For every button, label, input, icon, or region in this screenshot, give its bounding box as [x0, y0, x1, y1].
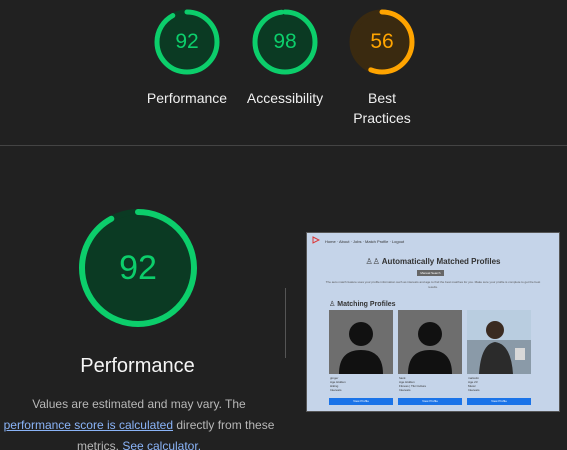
users-icon: ♙♙ — [365, 257, 382, 266]
page-screenshot-thumbnail[interactable]: Home · About · Jobs · Match Profile · Lo… — [306, 232, 560, 412]
performance-score: 92 — [119, 249, 157, 287]
desc-text: Values are estimated and may vary. The — [32, 397, 246, 411]
thumb-view-profile-button: View Profile — [467, 398, 531, 405]
gauge-label: Performance — [146, 90, 228, 106]
profile-line: Interests — [468, 388, 480, 392]
category-gauges: 92 Performance 98 Accessibility 56 Best … — [0, 8, 567, 138]
thumb-manual-search-button: Manual Search — [417, 270, 444, 276]
profile-photo — [467, 310, 531, 374]
site-logo-icon — [312, 236, 320, 244]
performance-title: Performance — [80, 355, 195, 377]
gauge-accessibility[interactable]: 98 Accessibility — [230, 8, 340, 108]
thumb-section-title: ♙ Matching Profiles — [329, 300, 396, 308]
thumb-profile-card: malcolm Age 23 Music Interests View Prof… — [467, 310, 531, 406]
thumb-title: ♙♙ Automatically Matched Profiles — [307, 257, 559, 266]
thumb-profile-card: ginger Age Hidden Hiking Interests View … — [329, 310, 393, 406]
gauge-score: 56 — [370, 30, 394, 53]
gauge-performance[interactable]: 92 Performance — [132, 8, 242, 108]
thumb-nav: Home · About · Jobs · Match Profile · Lo… — [325, 239, 405, 244]
gauge-label: Best Practices — [327, 88, 437, 128]
avatar-placeholder-icon — [398, 310, 462, 374]
thumb-profile-info: hank Age Hidden Fitness | Tiki Culture I… — [399, 376, 426, 392]
thumb-description: The auto match feature uses your profile… — [325, 280, 541, 289]
gauge-best-practices[interactable]: 56 Best Practices — [327, 8, 437, 128]
performance-score-link[interactable]: performance score is calculated — [4, 418, 173, 432]
see-calculator-link[interactable]: See calculator. — [122, 439, 201, 450]
thumb-view-profile-button: View Profile — [398, 398, 462, 405]
thumb-title-text: Automatically Matched Profiles — [381, 257, 501, 266]
gauge-label-line: Best — [367, 90, 396, 106]
gauge-score: 92 — [175, 30, 199, 53]
performance-description: Values are estimated and may vary. The p… — [0, 394, 278, 450]
gauge-label-line: Practices — [353, 110, 411, 126]
profile-line: Interests — [330, 388, 342, 392]
thumb-view-profile-button: View Profile — [329, 398, 393, 405]
thumb-section-text: Matching Profiles — [337, 301, 396, 308]
gauge-label: Accessibility — [246, 90, 324, 106]
section-divider — [0, 145, 567, 146]
lighthouse-report: 92 Performance 98 Accessibility 56 Best … — [0, 0, 567, 450]
vertical-divider — [285, 288, 286, 358]
gauge-score: 98 — [273, 30, 297, 53]
profile-line: Interests — [399, 388, 411, 392]
thumb-profile-info: ginger Age Hidden Hiking Interests — [330, 376, 346, 392]
thumb-profile-card: hank Age Hidden Fitness | Tiki Culture I… — [398, 310, 462, 406]
users-icon: ♙ — [329, 301, 338, 308]
thumb-profile-info: malcolm Age 23 Music Interests — [468, 376, 480, 392]
avatar-placeholder-icon — [329, 310, 393, 374]
